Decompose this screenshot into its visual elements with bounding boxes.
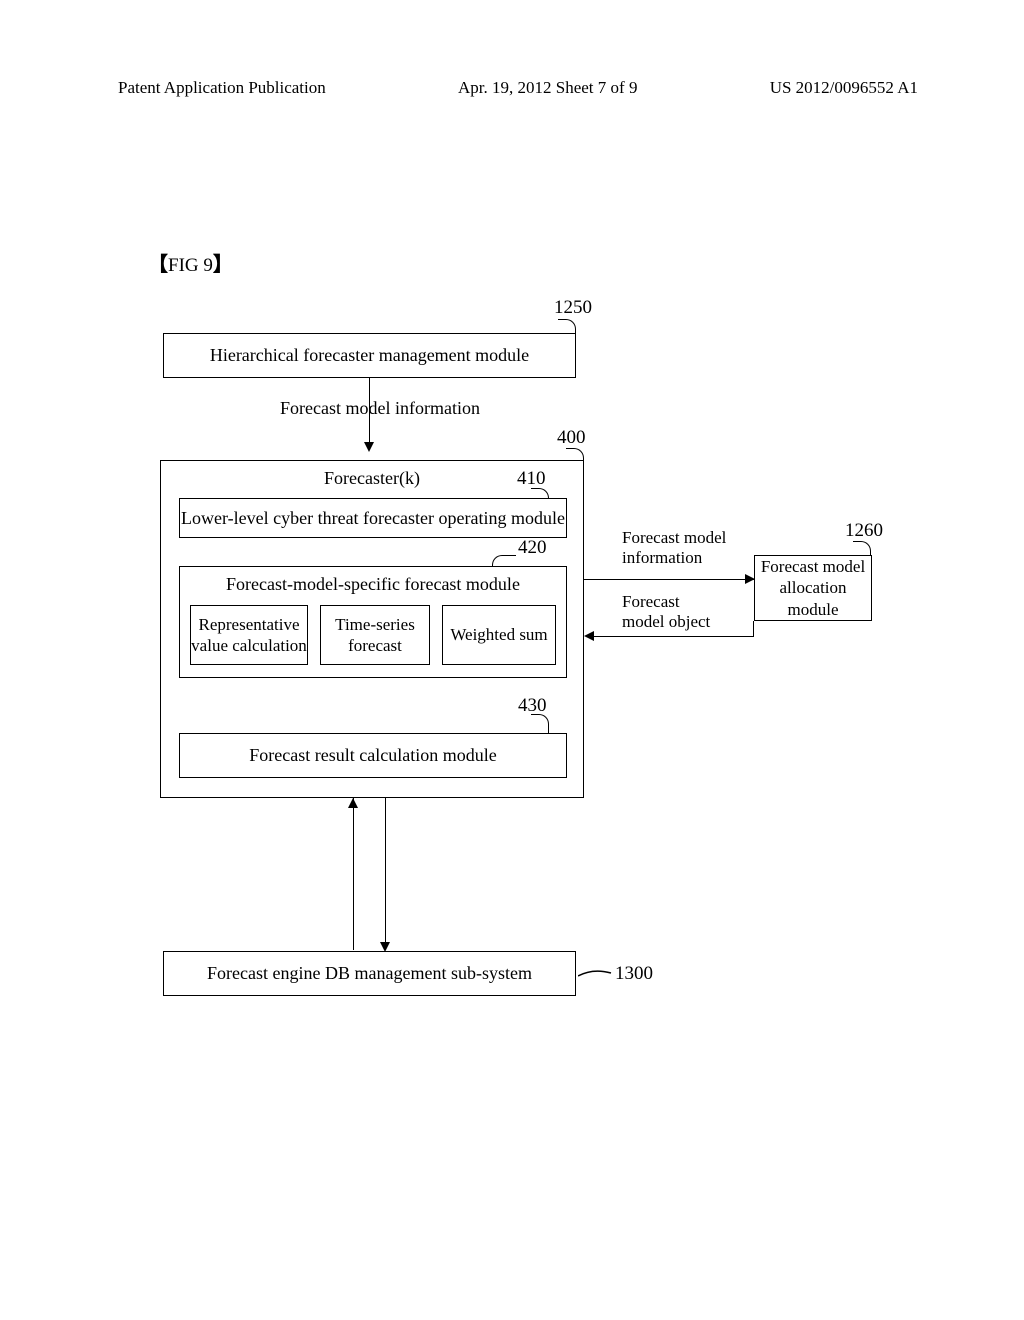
- db-subsystem-label: Forecast engine DB management sub-system: [207, 962, 532, 985]
- allocation-module-label: Forecast model allocation module: [755, 556, 871, 620]
- representative-value-label: Representative value calculation: [191, 614, 307, 657]
- weighted-sum-box: Weighted sum: [442, 605, 556, 665]
- page-header: Patent Application Publication Apr. 19, …: [0, 78, 1024, 98]
- leader-1300: [578, 968, 613, 984]
- db-subsystem-box: Forecast engine DB management sub-system: [163, 951, 576, 996]
- specific-module-box: Forecast-model-specific forecast module …: [179, 566, 567, 678]
- arrowhead-top-down: [364, 442, 374, 452]
- lower-level-box: Lower-level cyber threat forecaster oper…: [179, 498, 567, 538]
- weighted-sum-label: Weighted sum: [450, 624, 547, 645]
- result-module-label: Forecast result calculation module: [249, 744, 496, 767]
- arrowhead-to-allocation: [745, 574, 755, 584]
- result-module-box: Forecast result calculation module: [179, 733, 567, 778]
- leader-430: [531, 714, 549, 734]
- header-left: Patent Application Publication: [118, 78, 326, 98]
- allocation-module-box: Forecast model allocation module: [754, 555, 872, 621]
- forecaster-k-box: Forecaster(k) 410 Lower-level cyber thre…: [160, 460, 584, 798]
- leader-1260: [853, 541, 871, 555]
- alloc-return-drop: [753, 621, 754, 637]
- forecast-model-object-label: Forecast model object: [622, 592, 710, 632]
- arrowhead-from-allocation: [584, 631, 594, 641]
- header-right: US 2012/0096552 A1: [770, 78, 918, 98]
- patent-page: Patent Application Publication Apr. 19, …: [0, 0, 1024, 1320]
- arrow-forecaster-to-db-up: [353, 798, 354, 950]
- arrowhead-up-db: [348, 798, 358, 808]
- ref-1250: 1250: [554, 297, 592, 319]
- lower-level-label: Lower-level cyber threat forecaster oper…: [181, 507, 565, 530]
- time-series-label: Time-series forecast: [335, 614, 415, 657]
- close-bracket: 】: [213, 248, 233, 277]
- forecast-model-info-side-label: Forecast model information: [622, 528, 726, 568]
- arrow-to-allocation: [584, 579, 754, 580]
- open-bracket: 【: [148, 248, 168, 277]
- hierarchical-forecaster-label: Hierarchical forecaster management modul…: [210, 344, 529, 367]
- representative-value-box: Representative value calculation: [190, 605, 308, 665]
- ref-1300: 1300: [615, 963, 653, 985]
- ref-400: 400: [557, 427, 586, 449]
- leader-1250: [558, 319, 576, 333]
- hierarchical-forecaster-box: Hierarchical forecaster management modul…: [163, 333, 576, 378]
- time-series-box: Time-series forecast: [320, 605, 430, 665]
- forecast-model-info-label: Forecast model information: [280, 398, 480, 419]
- header-center: Apr. 19, 2012 Sheet 7 of 9: [458, 78, 637, 98]
- ref-420: 420: [518, 536, 547, 560]
- arrow-forecaster-to-db-down: [385, 798, 386, 950]
- ref-1260: 1260: [845, 520, 883, 542]
- specific-module-title: Forecast-model-specific forecast module: [180, 573, 566, 596]
- figure-number: FIG 9: [168, 255, 213, 277]
- figure-9-diagram: 1250 Hierarchical forecaster management …: [160, 300, 880, 1100]
- figure-label: 【 FIG 9 】: [148, 248, 233, 277]
- arrow-from-allocation: [593, 636, 754, 637]
